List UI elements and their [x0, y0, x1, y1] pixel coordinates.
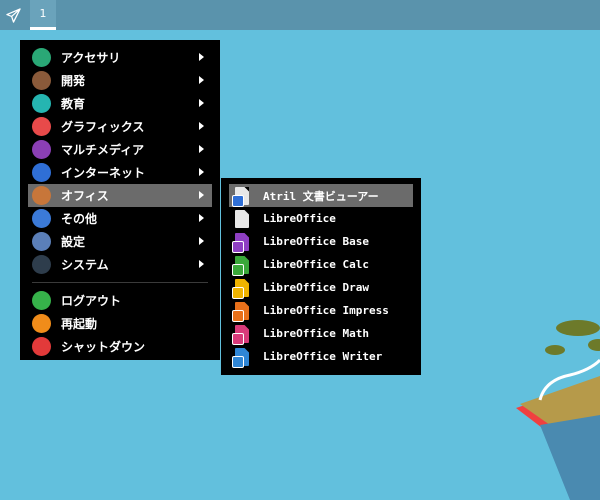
menu-action-restart[interactable]: 再起動 [28, 312, 212, 335]
flower-icon [32, 117, 51, 136]
submenu-item-libreoffice-calc[interactable]: LibreOffice Calc [229, 253, 413, 276]
menu-item-label: アクセサリ [61, 51, 121, 65]
submenu-arrow-icon [199, 237, 204, 245]
submenu-arrow-icon [199, 168, 204, 176]
menu-item-briefcase[interactable]: オフィス [28, 184, 212, 207]
hammer-icon [32, 71, 51, 90]
libreoffice-math-icon [232, 324, 249, 345]
submenu-item-libreoffice[interactable]: LibreOffice [229, 207, 413, 230]
settings-icon [32, 232, 51, 251]
menu-item-settings[interactable]: 設定 [28, 230, 212, 253]
libreoffice-draw-icon [232, 278, 249, 299]
gear-icon [32, 255, 51, 274]
menu-item-label: マルチメディア [61, 143, 145, 157]
menu-action-power[interactable]: シャットダウン [28, 335, 212, 358]
menu-item-label: 設定 [61, 235, 86, 249]
menu-separator [32, 282, 208, 283]
menu-item-label: 開発 [61, 74, 86, 88]
submenu-arrow-icon [199, 122, 204, 130]
power-icon [32, 337, 51, 356]
libreoffice-calc-icon [232, 255, 249, 276]
wallpaper-island-image [516, 320, 600, 500]
paper-plane-icon [5, 7, 21, 23]
submenu-item-libreoffice-math[interactable]: LibreOffice Math [229, 322, 413, 345]
menu-action-label: シャットダウン [61, 340, 146, 354]
submenu-arrow-icon [199, 53, 204, 61]
submenu-item-label: LibreOffice Math [263, 327, 369, 340]
submenu-item-document-viewer[interactable]: Atril 文書ビューアー [229, 184, 413, 207]
submenu-item-label: LibreOffice [263, 212, 336, 225]
submenu-item-label: LibreOffice Base [263, 235, 369, 248]
menu-item-label: インターネット [61, 166, 146, 180]
menu-item-flower[interactable]: グラフィックス [28, 115, 212, 138]
menu-item-globe[interactable]: インターネット [28, 161, 212, 184]
submenu-item-libreoffice-writer[interactable]: LibreOffice Writer [229, 345, 413, 368]
multimedia-icon [32, 140, 51, 159]
submenu-item-libreoffice-impress[interactable]: LibreOffice Impress [229, 299, 413, 322]
menu-item-label: グラフィックス [61, 120, 145, 134]
menu-item-label: 教育 [61, 97, 86, 111]
submenu-arrow-icon [199, 191, 204, 199]
briefcase-icon [32, 186, 51, 205]
libreoffice-impress-icon [232, 301, 249, 322]
submenu-arrow-icon [199, 145, 204, 153]
menu-action-label: 再起動 [61, 317, 98, 331]
menu-item-accessories[interactable]: アクセサリ [28, 46, 212, 69]
submenu-arrow-icon [199, 214, 204, 222]
globe-icon [32, 163, 51, 182]
libreoffice-writer-icon [232, 347, 249, 368]
menu-item-dots[interactable]: その他 [28, 207, 212, 230]
submenu-item-label: LibreOffice Calc [263, 258, 369, 271]
menu-item-label: その他 [61, 212, 98, 226]
menu-launcher-button[interactable] [0, 0, 26, 30]
menu-action-label: ログアウト [61, 294, 122, 308]
submenu-arrow-icon [199, 260, 204, 268]
submenu-item-label: LibreOffice Writer [263, 350, 383, 363]
menu-item-gear[interactable]: システム [28, 253, 212, 276]
accessories-icon [32, 48, 51, 67]
submenu-arrow-icon [199, 99, 204, 107]
dots-icon [32, 209, 51, 228]
application-menu: アクセサリ開発教育グラフィックス マルチメディア インターネット オフィスその他設定シ… [20, 40, 220, 360]
restart-icon [32, 314, 51, 333]
libreoffice-base-icon [232, 232, 249, 253]
menu-item-hammer[interactable]: 開発 [28, 69, 212, 92]
workspace-button[interactable]: 1 [30, 0, 56, 30]
document-viewer-icon [232, 186, 249, 207]
menu-item-label: オフィス [61, 189, 109, 203]
menu-action-logout[interactable]: ログアウト [28, 289, 212, 312]
libreoffice-icon [235, 209, 249, 228]
logout-icon [32, 291, 51, 310]
submenu-item-libreoffice-draw[interactable]: LibreOffice Draw [229, 276, 413, 299]
office-submenu: Atril 文書ビューアー LibreOffice LibreOffice Base… [221, 178, 421, 375]
menu-item-multimedia[interactable]: マルチメディア [28, 138, 212, 161]
submenu-arrow-icon [199, 76, 204, 84]
submenu-item-label: LibreOffice Draw [263, 281, 369, 294]
submenu-item-libreoffice-base[interactable]: LibreOffice Base [229, 230, 413, 253]
taskbar: 1 [0, 0, 600, 30]
atom-icon [32, 94, 51, 113]
submenu-item-label: Atril 文書ビューアー [263, 189, 379, 203]
submenu-item-label: LibreOffice Impress [263, 304, 389, 317]
menu-item-label: システム [61, 258, 109, 272]
menu-item-atom[interactable]: 教育 [28, 92, 212, 115]
